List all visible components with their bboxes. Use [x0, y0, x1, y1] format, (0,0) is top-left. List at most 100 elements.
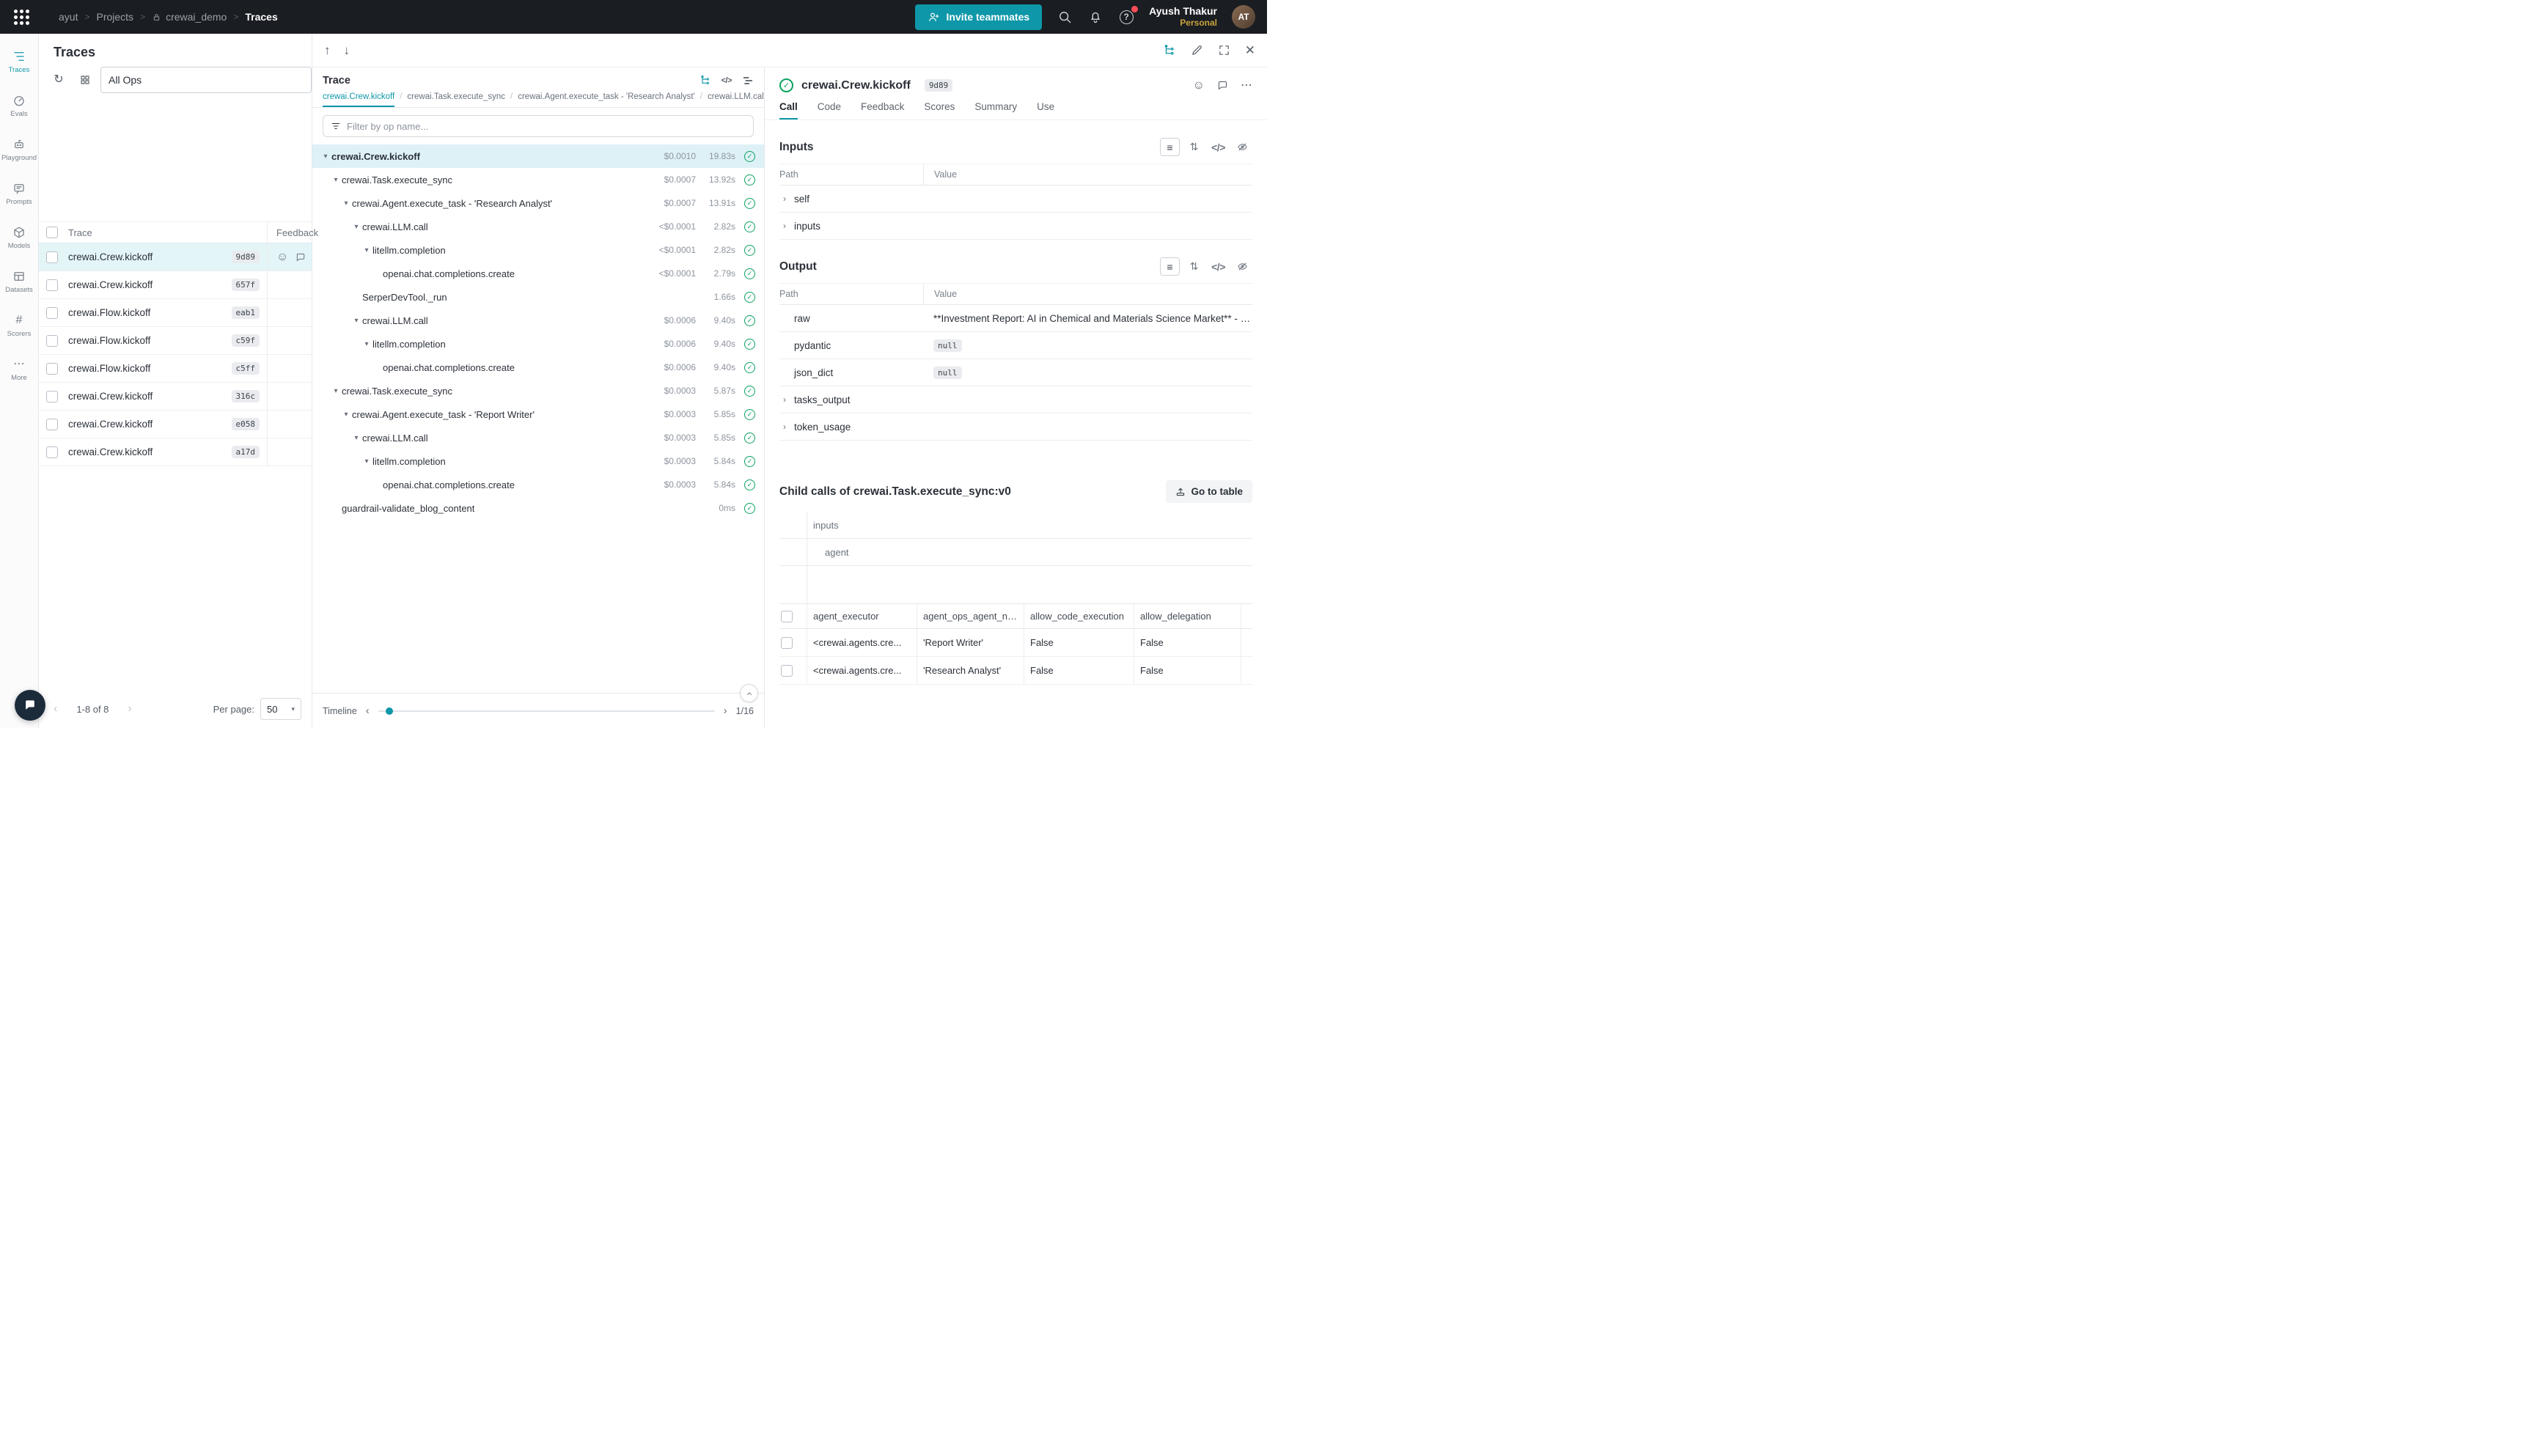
column-header[interactable]: agent_ops_agent_nan	[923, 611, 1018, 622]
table-row[interactable]: <crewai.agents.cre... 'Report Writer' Fa…	[779, 629, 1252, 657]
sidebar-item-playground[interactable]: Playground	[1, 129, 37, 170]
trace-name[interactable]: crewai.Crew.kickoff	[68, 391, 232, 402]
table-row[interactable]: crewai.Flow.kickoff c59f	[39, 327, 312, 355]
trace-name[interactable]: crewai.Crew.kickoff	[68, 446, 232, 457]
expand-rows-icon[interactable]: ⇅	[1184, 138, 1204, 156]
tab-agent-execute-task[interactable]: crewai.Agent.execute_task - 'Research An…	[518, 92, 695, 107]
manage-columns-icon[interactable]	[74, 69, 96, 91]
chevron-down-icon[interactable]: ▾	[320, 152, 331, 161]
column-header[interactable]: allow_code_execution	[1030, 611, 1124, 622]
chevron-right-icon[interactable]: ›	[779, 194, 790, 204]
sidebar-item-evals[interactable]: Evals	[1, 85, 37, 126]
chevron-down-icon[interactable]: ▾	[340, 411, 352, 419]
user-menu[interactable]: Ayush Thakur Personal	[1149, 5, 1217, 28]
breadcrumb-projects[interactable]: Projects	[96, 11, 133, 23]
row-checkbox[interactable]	[46, 307, 58, 319]
wandb-logo-icon[interactable]	[12, 7, 31, 26]
tab-feedback[interactable]: Feedback	[861, 101, 904, 120]
tab-summary[interactable]: Summary	[974, 101, 1017, 120]
trace-tree-row[interactable]: ▾ crewai.LLM.call $0.0003 5.85s ✓	[312, 426, 764, 449]
trace-name[interactable]: crewai.Flow.kickoff	[68, 363, 232, 374]
hide-values-eye-icon[interactable]	[1233, 257, 1252, 276]
code-view-icon[interactable]: </>	[1208, 138, 1228, 156]
feedback-comment-icon[interactable]	[295, 252, 306, 262]
feedback-column-header[interactable]: Feedback	[267, 227, 312, 238]
input-row-inputs[interactable]: › inputs	[779, 213, 1252, 240]
trace-tree-row[interactable]: ▾ crewai.Agent.execute_task - 'Report Wr…	[312, 402, 764, 426]
table-row[interactable]: crewai.Crew.kickoff 9d89 ☺	[39, 243, 312, 271]
chevron-right-icon[interactable]: ›	[779, 221, 790, 231]
select-all-checkbox[interactable]	[781, 611, 793, 622]
trace-tree-row[interactable]: ▾ litellm.completion <$0.0001 2.82s ✓	[312, 238, 764, 262]
next-call-icon[interactable]: ↓	[344, 44, 350, 56]
output-row-tasks-output[interactable]: › tasks_output	[779, 386, 1252, 413]
add-reaction-icon[interactable]: ☺	[1193, 80, 1205, 92]
chevron-down-icon[interactable]: ▾	[350, 434, 362, 442]
trace-name[interactable]: crewai.Flow.kickoff	[68, 335, 232, 346]
list-view-icon[interactable]: ≡	[1160, 138, 1180, 156]
chevron-down-icon[interactable]: ▾	[330, 387, 342, 395]
trace-tree-row[interactable]: ▾ litellm.completion $0.0003 5.84s ✓	[312, 449, 764, 473]
column-header[interactable]: agent_executor	[813, 611, 879, 622]
per-page-select[interactable]: 50 ▾	[260, 698, 301, 720]
output-row-raw[interactable]: raw **Investment Report: AI in Chemical …	[779, 305, 1252, 332]
tab-use[interactable]: Use	[1037, 101, 1054, 120]
row-checkbox[interactable]	[46, 279, 58, 291]
trace-tree-row[interactable]: openai.chat.completions.create <$0.0001 …	[312, 262, 764, 285]
timeline-prev-icon[interactable]: ‹	[366, 705, 370, 717]
trace-tree-row[interactable]: ▾ crewai.Task.execute_sync $0.0007 13.92…	[312, 168, 764, 191]
hide-values-eye-icon[interactable]	[1233, 138, 1252, 156]
chevron-down-icon[interactable]: ▾	[361, 457, 372, 466]
output-row-pydantic[interactable]: pydantic null	[779, 332, 1252, 359]
chevron-right-icon[interactable]: ›	[779, 422, 790, 432]
prev-page-button[interactable]: ‹	[54, 702, 57, 716]
next-page-button[interactable]: ›	[128, 702, 131, 716]
sidebar-item-prompts[interactable]: Prompts	[1, 173, 37, 214]
feedback-emoji-icon[interactable]: ☺	[276, 251, 288, 263]
trace-name[interactable]: crewai.Flow.kickoff	[68, 307, 232, 318]
sidebar-item-datasets[interactable]: Datasets	[1, 261, 37, 302]
row-checkbox[interactable]	[46, 363, 58, 375]
select-all-checkbox[interactable]	[46, 227, 58, 238]
avatar[interactable]: AT	[1232, 5, 1255, 29]
trace-tree-row[interactable]: ▾ crewai.Crew.kickoff $0.0010 19.83s ✓	[312, 144, 764, 168]
ops-filter-select[interactable]: All Ops	[100, 67, 312, 93]
tab-scores[interactable]: Scores	[924, 101, 955, 120]
trace-tree-row[interactable]: ▾ crewai.LLM.call $0.0006 9.40s ✓	[312, 309, 764, 332]
column-header[interactable]: allow_delegation	[1140, 611, 1211, 622]
fullscreen-expand-icon[interactable]	[1218, 44, 1230, 56]
search-icon[interactable]	[1057, 9, 1073, 25]
sidebar-item-traces[interactable]: Traces	[1, 41, 37, 82]
tab-code[interactable]: Code	[818, 101, 841, 120]
input-row-self[interactable]: › self	[779, 185, 1252, 213]
sidebar-item-scorers[interactable]: # Scorers	[1, 305, 37, 346]
table-row[interactable]: crewai.Crew.kickoff a17d	[39, 438, 312, 466]
overflow-menu-icon[interactable]: ⋯	[1241, 80, 1252, 92]
expand-rows-icon[interactable]: ⇅	[1184, 257, 1204, 276]
trace-column-header[interactable]: Trace	[68, 227, 260, 238]
output-row-json-dict[interactable]: json_dict null	[779, 359, 1252, 386]
table-row[interactable]: crewai.Flow.kickoff c5ff	[39, 355, 312, 383]
row-checkbox[interactable]	[781, 637, 793, 649]
trace-tree-row[interactable]: ▾ crewai.LLM.call <$0.0001 2.82s ✓	[312, 215, 764, 238]
chevron-right-icon[interactable]: ›	[779, 394, 790, 405]
close-icon[interactable]: ✕	[1245, 44, 1255, 56]
output-row-token-usage[interactable]: › token_usage	[779, 413, 1252, 441]
collapse-timeline-button[interactable]	[740, 684, 758, 702]
table-row[interactable]: crewai.Crew.kickoff 657f	[39, 271, 312, 299]
row-checkbox[interactable]	[46, 335, 58, 347]
trace-tree-row[interactable]: SerperDevTool._run 1.66s ✓	[312, 285, 764, 309]
code-view-icon[interactable]: </>	[721, 76, 732, 85]
chat-support-button[interactable]	[15, 690, 45, 721]
table-row[interactable]: crewai.Crew.kickoff 316c	[39, 383, 312, 411]
chevron-down-icon[interactable]: ▾	[330, 176, 342, 184]
trace-tree-row[interactable]: openai.chat.completions.create $0.0006 9…	[312, 356, 764, 379]
row-checkbox[interactable]	[46, 251, 58, 263]
previous-call-icon[interactable]: ↑	[324, 44, 331, 56]
breadcrumb-project[interactable]: crewai_demo	[152, 11, 227, 23]
sidebar-item-more[interactable]: ⋯ More	[1, 349, 37, 390]
row-checkbox[interactable]	[781, 665, 793, 677]
chevron-down-icon[interactable]: ▾	[350, 223, 362, 231]
raw-output-value[interactable]: **Investment Report: AI in Chemical and …	[933, 313, 1252, 324]
chevron-down-icon[interactable]: ▾	[350, 317, 362, 325]
